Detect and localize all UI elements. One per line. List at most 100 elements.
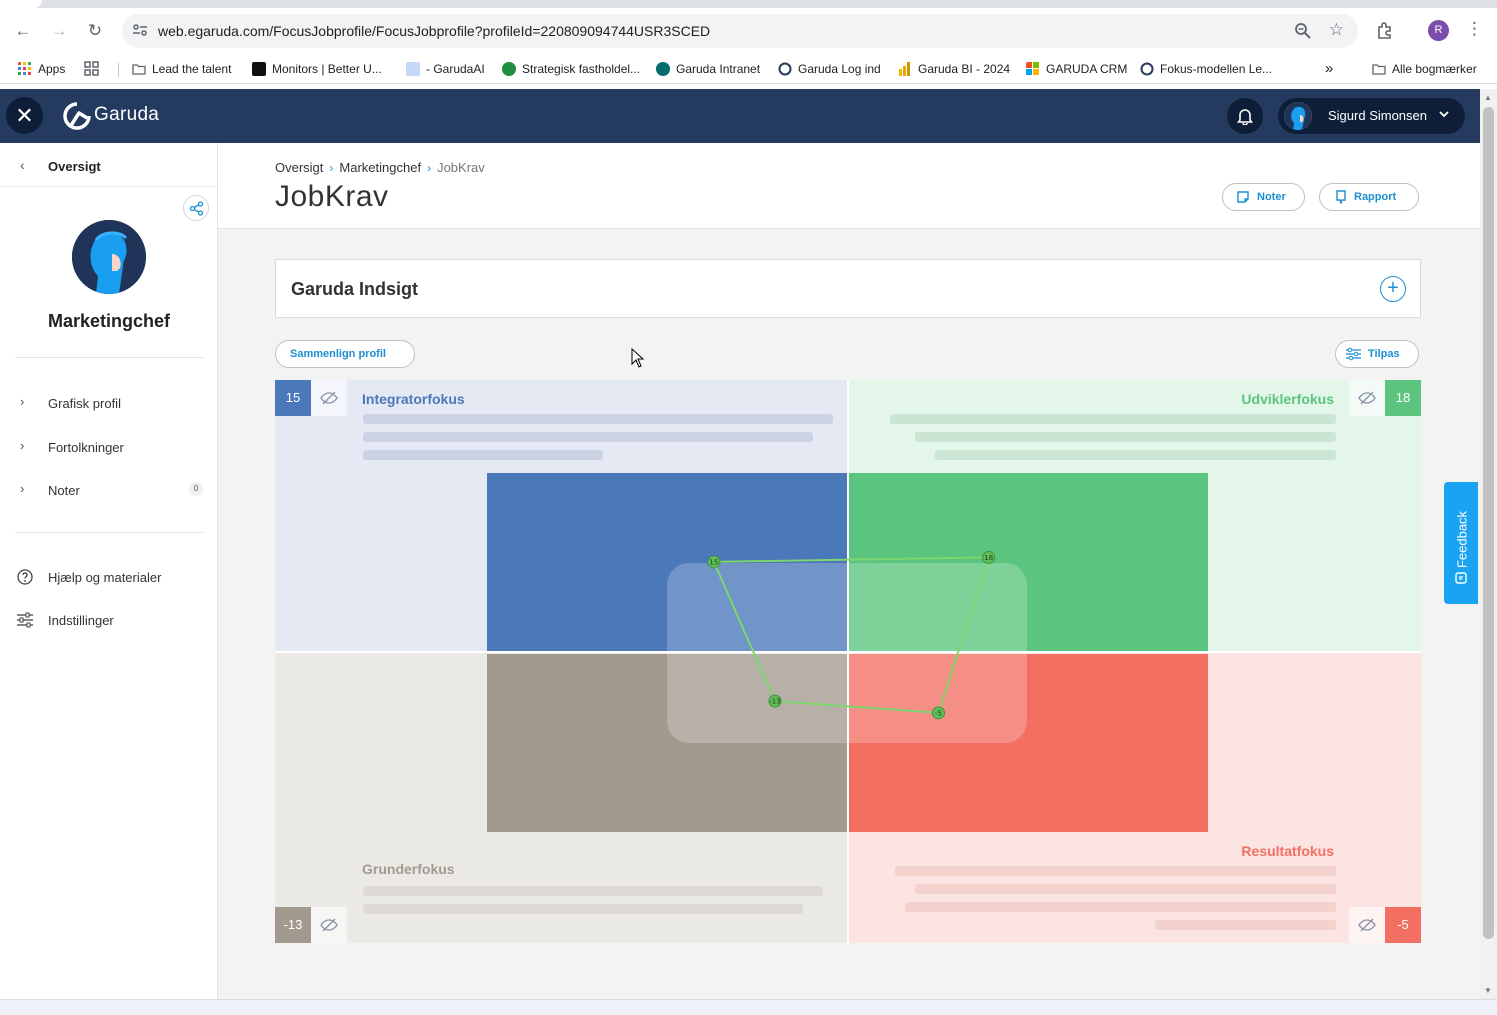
bell-icon <box>1237 109 1253 125</box>
tab-groups-icon[interactable] <box>84 61 100 77</box>
sharepoint-favicon <box>656 62 670 76</box>
sidebar-back-overview[interactable]: ‹ Oversigt <box>0 143 217 187</box>
profile-head-icon <box>72 220 146 294</box>
bookmark-fokus-modellen[interactable]: Fokus-modellen Le... <box>1140 60 1272 78</box>
browser-menu-icon[interactable]: ⋮ <box>1466 19 1483 39</box>
sidebar-item-fortolkninger[interactable]: › Fortolkninger <box>0 433 217 461</box>
bookmark-garuda-bi[interactable]: Garuda BI - 2024 <box>898 60 1010 78</box>
back-arrow-icon[interactable]: ← <box>12 20 34 42</box>
forward-arrow-icon[interactable]: → <box>48 20 70 42</box>
focus-point-label: -5 <box>935 709 942 717</box>
page-header: Oversigt › Marketingchef › JobKrav JobKrav N… <box>218 143 1480 229</box>
breadcrumb-current: JobKrav <box>437 160 485 175</box>
os-taskbar <box>0 999 1497 1015</box>
tilpas-button[interactable]: Tilpas <box>1335 340 1419 368</box>
share-button[interactable] <box>183 195 209 221</box>
reload-icon[interactable]: ↻ <box>84 20 106 42</box>
label-udviklerfokus: Udviklerfokus <box>1241 391 1334 407</box>
chevron-down-icon <box>1439 111 1449 118</box>
label-integratorfokus: Integratorfokus <box>362 391 465 407</box>
sidebar-divider <box>15 532 203 533</box>
bookmark-apps[interactable]: Apps <box>18 60 65 78</box>
note-icon <box>1237 191 1249 203</box>
zoom-icon[interactable] <box>1294 22 1312 40</box>
garuda-favicon <box>1140 62 1154 76</box>
folder-icon <box>132 64 146 75</box>
app-header: ✕ Garuda Sigurd Simonsen <box>0 89 1480 143</box>
eye-off-icon <box>1358 391 1376 405</box>
avatar-head-icon <box>1284 102 1312 130</box>
bookmarks-bar: Apps Lead the talent Monitors | Better U… <box>0 54 1497 84</box>
profile-avatar[interactable]: R <box>1428 20 1449 41</box>
bookmarks-divider <box>118 63 119 77</box>
bookmark-star-icon[interactable]: ☆ <box>1329 20 1344 40</box>
chevron-right-icon: › <box>20 481 25 496</box>
browser-toolbar: ← → ↻ web.egaruda.com/FocusJobprofile/Fo… <box>0 8 1497 54</box>
scrollbar-thumb[interactable] <box>1483 107 1494 939</box>
more-bookmarks-icon[interactable]: » <box>1325 60 1333 78</box>
share-icon <box>189 201 204 216</box>
sidebar-item-noter[interactable]: › Noter 0 <box>0 476 217 504</box>
notifications-button[interactable] <box>1227 98 1263 134</box>
focus-point-label: 18 <box>984 554 993 562</box>
bookmark-garuda-log-ind[interactable]: Garuda Log ind <box>778 60 881 78</box>
close-button[interactable]: ✕ <box>6 97 43 134</box>
page-scrollbar[interactable]: ▲ ▼ <box>1480 89 1497 999</box>
sidebar-item-settings[interactable]: Indstillinger <box>0 606 217 634</box>
chevron-left-icon: ‹ <box>20 157 25 173</box>
address-bar[interactable]: web.egaruda.com/FocusJobprofile/FocusJob… <box>122 14 1358 48</box>
rapport-button[interactable]: Rapport <box>1319 183 1419 211</box>
monitors-favicon <box>252 62 266 76</box>
bookmark-monitors[interactable]: Monitors | Better U... <box>252 60 382 78</box>
breadcrumb-marketingchef[interactable]: Marketingchef <box>339 160 421 175</box>
score-udvikler: 18 <box>1385 380 1421 416</box>
score-grunder: -13 <box>275 907 311 943</box>
folder-icon <box>1372 64 1386 75</box>
label-grunderfokus: Grunderfokus <box>362 861 455 877</box>
bookmark-garuda-intranet[interactable]: Garuda Intranet <box>656 60 760 78</box>
scroll-down-icon[interactable]: ▼ <box>1484 986 1492 995</box>
sliders-icon <box>1346 347 1361 361</box>
toggle-grunder[interactable] <box>311 907 347 943</box>
garuda-logo[interactable]: Garuda <box>62 101 159 131</box>
bookmark-garuda-crm[interactable]: GARUDA CRM <box>1026 60 1127 78</box>
mouse-cursor-icon <box>631 348 645 368</box>
breadcrumb-separator-icon: › <box>427 161 432 175</box>
apps-grid-icon <box>18 62 31 75</box>
bookmark-all[interactable]: Alle bogmærker <box>1372 60 1477 78</box>
focus-point-label: -13 <box>769 698 780 706</box>
eye-off-icon <box>1358 918 1376 932</box>
profile-avatar-large <box>72 220 146 294</box>
focus-chart: 15 18 -5 -13 15 Integratorfokus 18 Udvikler… <box>275 380 1421 943</box>
bookmark-garudaai[interactable]: - GarudaAI <box>406 60 485 78</box>
active-tab[interactable] <box>0 0 42 8</box>
expand-plus-icon[interactable]: + <box>1380 276 1406 302</box>
sidebar-item-grafisk-profil[interactable]: › Grafisk profil <box>0 389 217 417</box>
garuda-logo-icon <box>63 102 91 130</box>
garuda-insight-panel[interactable]: Garuda Indsigt + <box>275 259 1421 318</box>
notes-count-badge: 0 <box>189 482 203 496</box>
scroll-up-icon[interactable]: ▲ <box>1484 93 1492 102</box>
breadcrumb-oversigt[interactable]: Oversigt <box>275 160 323 175</box>
breadcrumb-separator-icon: › <box>329 161 334 175</box>
bookmark-strategisk[interactable]: Strategisk fastholdel... <box>502 60 640 78</box>
close-icon: ✕ <box>15 103 34 128</box>
eye-off-icon <box>320 918 338 932</box>
sidebar-item-help[interactable]: Hjælp og materialer <box>0 563 217 591</box>
compare-profile-button[interactable]: Sammenlign profil <box>275 340 415 368</box>
url-text[interactable]: web.egaruda.com/FocusJobprofile/FocusJob… <box>158 23 710 39</box>
settings-sliders-icon <box>17 612 33 628</box>
toggle-udvikler[interactable] <box>1349 380 1385 416</box>
tab-strip <box>0 0 1497 8</box>
feedback-tab[interactable]: Feedback <box>1444 482 1478 604</box>
chevron-right-icon: › <box>20 394 25 409</box>
sidebar-divider <box>15 357 203 358</box>
toggle-resultat[interactable] <box>1349 907 1385 943</box>
site-info-icon[interactable] <box>132 22 148 38</box>
noter-button[interactable]: Noter <box>1222 183 1305 211</box>
focus-point-label: 15 <box>709 558 718 566</box>
user-menu-button[interactable]: Sigurd Simonsen <box>1278 98 1465 134</box>
extensions-icon[interactable] <box>1375 20 1395 40</box>
toggle-integrator[interactable] <box>311 380 347 416</box>
bookmark-lead-the-talent[interactable]: Lead the talent <box>132 60 231 78</box>
